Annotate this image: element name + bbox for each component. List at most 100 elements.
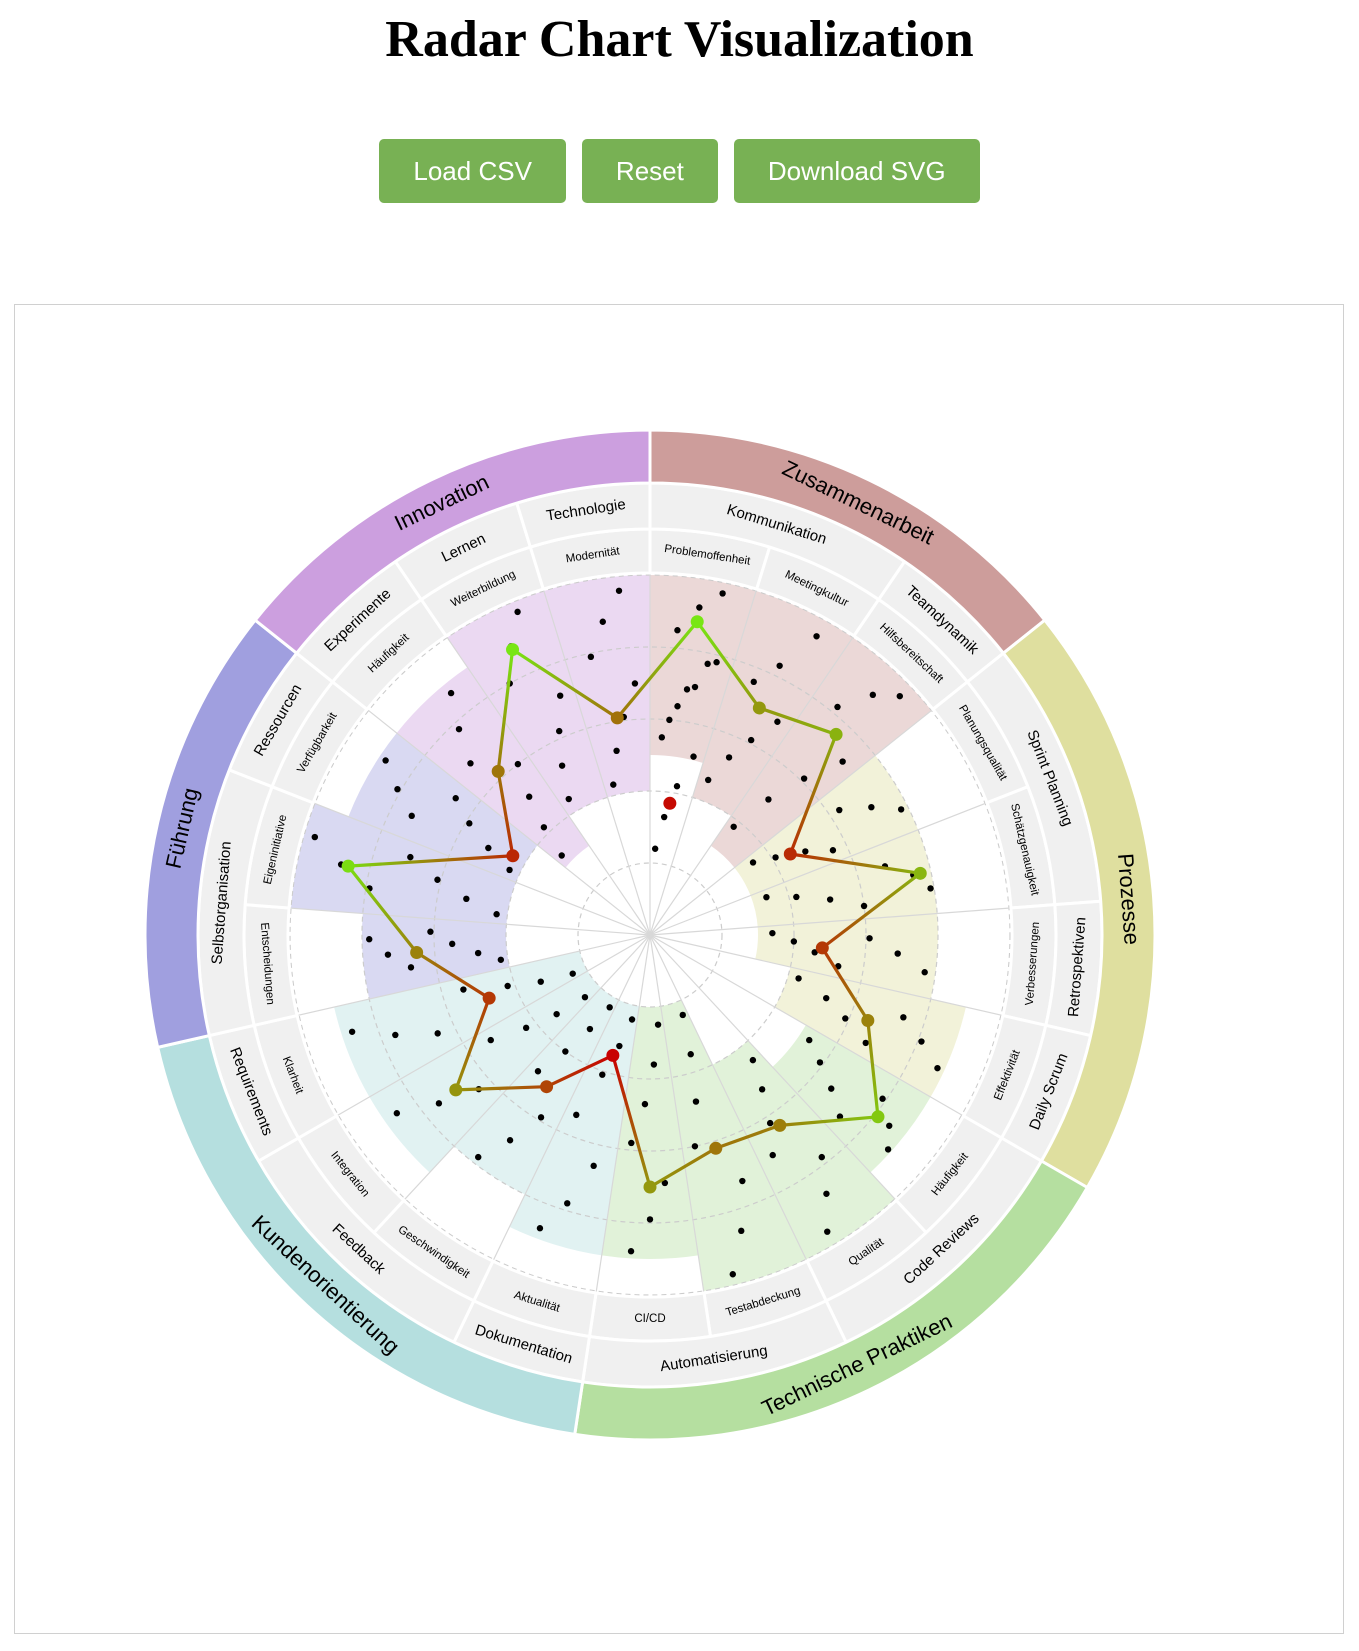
response-dot	[868, 804, 875, 811]
response-dot	[927, 885, 934, 892]
response-dot	[696, 604, 703, 611]
response-dot	[769, 929, 776, 937]
response-dot	[729, 1271, 736, 1278]
response-dot	[651, 845, 659, 852]
average-point	[861, 1013, 875, 1027]
item-label: CI/CD	[634, 1313, 665, 1325]
response-dot	[537, 978, 544, 985]
response-dot	[813, 633, 820, 640]
response-dot	[823, 1190, 830, 1197]
response-dot	[448, 940, 456, 948]
response-dot	[842, 1015, 849, 1022]
response-dot	[749, 1056, 757, 1064]
response-dot	[747, 736, 755, 744]
response-dot	[836, 806, 843, 814]
response-dot	[766, 1119, 774, 1127]
response-dot	[646, 1216, 654, 1223]
response-dot	[628, 1016, 636, 1023]
response-dot	[673, 783, 681, 790]
response-dot	[918, 1038, 925, 1045]
response-dot	[683, 686, 691, 693]
response-dot	[599, 1071, 606, 1078]
page-title: Radar Chart Visualization	[385, 11, 974, 68]
response-dot	[460, 986, 467, 993]
response-dot	[691, 1143, 699, 1150]
response-dot	[900, 1014, 907, 1021]
reset-button[interactable]: Reset	[581, 139, 718, 203]
response-dot	[816, 1059, 824, 1066]
average-point	[829, 727, 843, 741]
response-dot	[802, 848, 809, 855]
response-dot	[447, 689, 455, 697]
average-point	[871, 1110, 885, 1124]
response-dot	[435, 1100, 443, 1107]
toolbar: Load CSV Reset Download SVG	[0, 139, 1359, 203]
response-dot	[407, 964, 415, 971]
response-dot	[690, 753, 697, 760]
response-dot	[526, 793, 533, 800]
response-dot	[772, 854, 779, 861]
response-dot	[514, 760, 522, 768]
response-dot	[674, 703, 681, 710]
response-dot	[558, 852, 565, 859]
response-dot	[674, 627, 681, 634]
response-dot	[886, 1122, 893, 1129]
average-point	[913, 866, 927, 880]
download-svg-button[interactable]: Download SVG	[733, 139, 980, 203]
chart-container: Problemoffenheit Meetingkultur Hilfsbereit…	[14, 304, 1344, 1634]
response-dot	[434, 876, 441, 883]
response-dot	[497, 956, 505, 963]
response-dot	[573, 1111, 580, 1119]
response-dot	[862, 1039, 869, 1047]
response-dot	[434, 1030, 441, 1037]
response-dot	[407, 853, 414, 861]
response-dot	[641, 1100, 649, 1108]
radar-chart: ProblemoffenheitMeetingkulturHilfsbereit…	[143, 428, 1157, 1442]
average-point	[482, 991, 496, 1005]
response-dot	[534, 1068, 542, 1075]
response-dot	[392, 1031, 399, 1039]
response-dot	[660, 813, 668, 821]
response-dot	[834, 703, 841, 711]
response-dot	[455, 725, 463, 733]
response-dot	[587, 653, 595, 661]
load-csv-button[interactable]: Load CSV	[379, 139, 566, 203]
response-dot	[506, 866, 513, 874]
average-point	[663, 796, 677, 810]
response-dot	[691, 683, 699, 691]
response-dot	[452, 795, 459, 802]
response-dot	[394, 786, 401, 793]
response-dot	[749, 859, 757, 866]
response-dot	[763, 893, 770, 901]
response-dot	[382, 757, 389, 764]
average-point	[783, 847, 797, 861]
response-dot	[730, 823, 737, 830]
average-point	[491, 764, 505, 778]
response-dot	[628, 1139, 635, 1147]
average-point	[449, 1083, 463, 1097]
response-dot	[599, 618, 606, 625]
response-dot	[615, 587, 623, 594]
response-dot	[869, 691, 877, 699]
response-dot	[884, 1146, 892, 1153]
response-dot	[522, 1024, 530, 1032]
average-point	[709, 1141, 723, 1155]
response-dot	[725, 754, 733, 761]
response-dot	[564, 1200, 571, 1207]
response-dot	[348, 1028, 356, 1035]
response-dot	[654, 1021, 662, 1028]
response-dot	[487, 1036, 494, 1044]
response-dot	[616, 1042, 623, 1050]
response-dot	[896, 692, 903, 700]
response-dot	[384, 951, 392, 958]
average-point	[540, 1080, 554, 1094]
response-dot	[826, 896, 834, 903]
response-dot	[806, 1036, 813, 1044]
response-dot	[475, 1153, 482, 1161]
response-dot	[311, 833, 319, 841]
response-dot	[558, 762, 566, 769]
response-dot	[586, 1025, 594, 1033]
average-point	[690, 615, 704, 629]
response-dot	[897, 806, 905, 813]
response-dot	[514, 608, 521, 616]
